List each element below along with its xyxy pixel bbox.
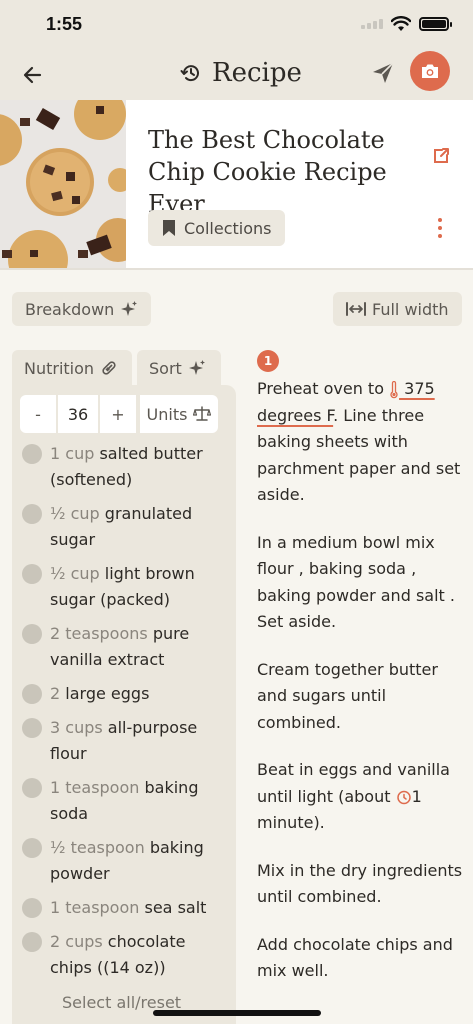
ingredient-text: 3 cups all-purpose flour (50, 718, 198, 763)
ingredient-text: ½ cup light brown sugar (packed) (50, 564, 195, 609)
full-width-button[interactable]: Full width (333, 292, 462, 326)
camera-button[interactable] (410, 51, 450, 91)
servings-value[interactable]: 36 (58, 395, 98, 433)
ingredient-item[interactable]: ½ teaspoon baking powder (22, 835, 228, 887)
ingredient-text: ½ teaspoon baking powder (50, 838, 204, 883)
bookmark-icon (163, 220, 175, 236)
nav-title-group: Recipe (180, 58, 302, 88)
ingredient-item[interactable]: 3 cups all-purpose flour (22, 715, 228, 767)
increase-servings-button[interactable]: + (100, 395, 136, 433)
status-bar: 1:55 (0, 0, 473, 50)
step-text: Add chocolate chips and mix well. (257, 934, 453, 981)
step-text: In a medium bowl mix flour , baking soda… (257, 532, 455, 632)
ingredient-list: 1 cup salted butter (softened) ½ cup gra… (22, 441, 228, 989)
sparkle-icon (188, 360, 205, 375)
send-icon[interactable] (370, 60, 396, 86)
step-text: Preheat oven to 375 degrees F. Line thre… (257, 379, 461, 504)
tab-sort-label: Sort (149, 358, 182, 378)
ingredient-checkbox[interactable] (22, 932, 42, 952)
timer-icon (396, 790, 411, 805)
signal-icon (361, 19, 383, 29)
ingredient-text: 2 cups chocolate chips ((14 oz)) (50, 932, 186, 977)
history-icon[interactable] (180, 62, 202, 84)
breakdown-label: Breakdown (25, 299, 115, 319)
ingredient-item[interactable]: 1 teaspoon baking soda (22, 775, 228, 827)
ingredient-checkbox[interactable] (22, 564, 42, 584)
recipe-title: The Best Chocolate Chip Cookie Recipe Ev… (148, 126, 387, 218)
tab-nutrition-label: Nutrition (24, 358, 95, 378)
pill-icon (102, 361, 116, 375)
step-text: Mix in the dry ingredients until combine… (257, 860, 463, 907)
camera-icon (422, 64, 438, 78)
scale-icon (193, 406, 212, 421)
battery-icon (419, 17, 452, 31)
header-divider (0, 268, 473, 270)
expand-width-icon (346, 302, 366, 316)
ingredient-checkbox[interactable] (22, 504, 42, 524)
decrease-servings-button[interactable]: - (20, 395, 56, 433)
ingredient-checkbox[interactable] (22, 444, 42, 464)
step-text: Cream together butter and sugars until c… (257, 659, 438, 732)
wifi-icon (391, 16, 411, 31)
units-button[interactable]: Units (140, 395, 218, 433)
more-options-icon[interactable] (432, 216, 448, 240)
ingredient-text: 2 teaspoons pure vanilla extract (50, 624, 190, 669)
home-indicator (153, 1010, 321, 1016)
ingredient-text: 1 teaspoon baking soda (50, 778, 199, 823)
recipe-image[interactable] (0, 100, 126, 268)
ingredient-checkbox[interactable] (22, 624, 42, 644)
status-time: 1:55 (46, 14, 83, 34)
ingredient-item[interactable]: ½ cup light brown sugar (packed) (22, 561, 228, 613)
ingredient-checkbox[interactable] (22, 684, 42, 704)
ingredient-item[interactable]: 1 teaspoon sea salt (22, 895, 228, 921)
back-arrow-icon[interactable] (20, 62, 46, 88)
ingredient-checkbox[interactable] (22, 718, 42, 738)
ingredient-item[interactable]: 1 cup salted butter (softened) (22, 441, 228, 493)
ingredient-checkbox[interactable] (22, 838, 42, 858)
status-icons (361, 16, 452, 32)
ingredient-text: 2 large eggs (50, 684, 150, 703)
recipe-header-card: The Best Chocolate Chip Cookie Recipe Ev… (0, 100, 473, 268)
breakdown-button[interactable]: Breakdown (12, 292, 152, 326)
nav-bar: Recipe (0, 50, 473, 100)
ingredient-item[interactable]: 2 large eggs (22, 681, 228, 707)
servings-stepper: - 36 + Units (20, 395, 218, 433)
ingredient-checkbox[interactable] (22, 898, 42, 918)
ingredient-item[interactable]: 2 cups chocolate chips ((14 oz)) (22, 929, 228, 981)
ingredient-item[interactable]: 2 teaspoons pure vanilla extract (22, 621, 228, 673)
thermometer-icon (390, 380, 398, 398)
tab-nutrition[interactable]: Nutrition (12, 350, 132, 386)
sparkle-icon (121, 301, 138, 316)
ingredient-text: 1 cup salted butter (softened) (50, 444, 203, 489)
units-label: Units (146, 404, 188, 424)
ingredients-panel: - 36 + Units 1 cup salted butter (soften… (12, 385, 236, 1024)
ingredient-text: 1 teaspoon sea salt (50, 898, 207, 917)
step-text: Beat in eggs and vanilla until light (ab… (257, 760, 450, 832)
ingredient-item[interactable]: ½ cup granulated sugar (22, 501, 228, 553)
page-title: Recipe (212, 58, 302, 88)
external-link-icon[interactable] (431, 146, 451, 166)
tab-sort[interactable]: Sort (137, 350, 221, 386)
collections-button[interactable]: Collections (148, 210, 286, 246)
ingredient-text: ½ cup granulated sugar (50, 504, 193, 549)
ingredient-checkbox[interactable] (22, 778, 42, 798)
instructions: 1 Preheat oven to 375 degrees F. Line th… (257, 350, 467, 1006)
step-number-badge: 1 (257, 350, 279, 372)
collections-label: Collections (184, 218, 272, 238)
full-width-label: Full width (372, 299, 449, 319)
